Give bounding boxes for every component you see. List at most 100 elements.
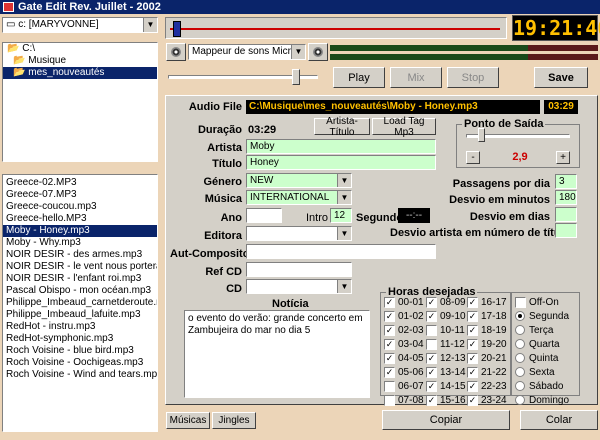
day-radio[interactable]: Sábado [515,380,569,394]
save-button[interactable]: Save [534,67,588,88]
hour-checkbox[interactable]: ✓ 13-14 [426,366,468,380]
volume-thumb[interactable] [292,69,300,85]
hour-label: 04-05 [398,353,424,364]
tab-jingles[interactable]: Jingles [212,412,256,429]
hour-checkbox[interactable]: ✓ 03-04 [384,338,426,352]
hour-checkbox[interactable]: ✓ 04-05 [384,352,426,366]
offset-minutes-field[interactable]: 180 [555,190,577,205]
music-select[interactable]: INTERNATIONAL ▼ [246,190,352,205]
cd-select[interactable]: ▼ [246,279,352,294]
file-list-item[interactable]: Roch Voisine - Wind and tears.mp3 [3,369,157,381]
exit-minus-button[interactable]: - [466,151,480,164]
hour-checkbox[interactable]: 11-12 [426,338,468,352]
editor-select[interactable]: ▼ [246,226,352,241]
day-radio[interactable]: Quinta [515,352,569,366]
title-field[interactable]: Honey [246,155,436,170]
hour-checkbox[interactable]: ✓ 05-06 [384,366,426,380]
file-list-item[interactable]: Greece-hello.MP3 [3,213,157,225]
day-radio[interactable]: Segunda [515,310,569,324]
file-list-item[interactable]: RedHot - instru.mp3 [3,321,157,333]
hour-checkbox[interactable]: ✓ 08-09 [426,296,468,310]
chevron-down-icon[interactable]: ▼ [337,280,351,293]
speaker-icon[interactable] [308,43,328,61]
chevron-down-icon[interactable]: ▼ [337,174,351,187]
hour-checkbox[interactable]: ✓ 00-01 [384,296,426,310]
file-list-item[interactable]: RedHot-symphonic.mp3 [3,333,157,345]
composer-field[interactable] [246,244,436,259]
artist-field[interactable]: Moby [246,139,436,154]
chevron-down-icon[interactable]: ▼ [337,227,351,240]
folder-item-root[interactable]: 📂 C:\ [3,43,157,55]
day-label: Quarta [529,339,560,350]
hour-checkbox[interactable]: ✓ 01-02 [384,310,426,324]
position-thumb[interactable] [173,21,182,37]
position-bar[interactable] [165,17,507,39]
hour-checkbox[interactable]: ✓ 23-24 [467,394,509,408]
exit-point-thumb[interactable] [478,128,485,142]
chevron-down-icon[interactable]: ▼ [337,191,351,204]
hour-checkbox[interactable]: ✓ 21-22 [467,366,509,380]
file-list-item[interactable]: Philippe_Imbeaud_carnetderoute.mp3 [3,297,157,309]
hour-checkbox[interactable]: ✓ 18-19 [467,324,509,338]
hour-checkbox[interactable]: 10-11 [426,324,468,338]
day-label: Quinta [529,353,559,364]
file-list-item[interactable]: Roch Voisine - Oochigeas.mp3 [3,357,157,369]
hour-checkbox[interactable]: ✓ 19-20 [467,338,509,352]
exit-plus-button[interactable]: + [556,151,570,164]
load-tag-button[interactable]: Load Tag Mp3 [372,116,436,138]
file-list-item[interactable]: NOIR DESIR - l'enfant roi.mp3 [3,273,157,285]
file-list[interactable]: Greece-02.MP3 Greece-07.MP3 Greece-coucou.… [2,174,158,432]
artist-offset-field[interactable] [555,223,577,238]
year-field[interactable] [246,208,282,223]
day-radio[interactable]: Sexta [515,366,569,380]
off-on-checkbox[interactable]: Off-On [515,296,569,310]
chevron-down-icon[interactable]: ▼ [143,18,157,32]
hour-checkbox[interactable]: ✓ 12-13 [426,352,468,366]
folder-item-nouveautes[interactable]: 📂 mes_nouveautés [3,67,157,79]
file-list-item[interactable]: Greece-02.MP3 [3,177,157,189]
passes-field[interactable]: 3 [555,174,577,189]
exit-point-slider[interactable] [466,128,570,142]
notes-textarea[interactable]: o evento do verão: grande concerto em Za… [184,310,370,398]
refcd-field[interactable] [246,262,352,277]
mixer-select[interactable]: Mappeur de sons Microsoft ▼ [188,44,306,60]
file-list-item[interactable]: Philippe_Imbeaud_lafuite.mp3 [3,309,157,321]
day-radio[interactable]: Quarta [515,338,569,352]
stop-button[interactable]: Stop [447,67,499,88]
hour-checkbox[interactable]: ✓ 22-23 [467,380,509,394]
day-radio[interactable]: Domingo [515,394,569,408]
day-radio[interactable]: Terça [515,324,569,338]
folder-item-musique[interactable]: 📂 Musique [3,55,157,67]
hour-checkbox[interactable]: ✓ 17-18 [467,310,509,324]
mix-button[interactable]: Mix [390,67,442,88]
file-list-item[interactable]: Pascal Obispo - mon océan.mp3 [3,285,157,297]
hour-checkbox[interactable]: 06-07 [384,380,426,394]
file-list-item[interactable]: NOIR DESIR - des armes.mp3 [3,249,157,261]
speaker-icon[interactable] [166,43,186,61]
play-button[interactable]: Play [333,67,385,88]
intro-field[interactable]: 12 [330,208,352,223]
hour-checkbox[interactable]: ✓ 15-16 [426,394,468,408]
volume-slider[interactable] [166,66,326,88]
hour-checkbox[interactable]: 07-08 [384,394,426,408]
artist-title-button[interactable]: Artista-Título [314,116,370,138]
file-list-item[interactable]: Greece-07.MP3 [3,189,157,201]
hour-checkbox[interactable]: ✓ 14-15 [426,380,468,394]
chevron-down-icon[interactable]: ▼ [291,45,305,59]
drive-select[interactable]: ▭ c: [MARYVONNE] ▼ [2,17,158,33]
folder-tree[interactable]: 📂 C:\ 📂 Musique 📂 mes_nouveautés [2,42,158,162]
file-list-item[interactable]: Roch Voisine - blue bird.mp3 [3,345,157,357]
file-list-item[interactable]: Moby - Honey.mp3 [3,225,157,237]
hour-checkbox[interactable]: ✓ 02-03 [384,324,426,338]
offset-days-field[interactable] [555,207,577,222]
file-list-item[interactable]: Greece-coucou.mp3 [3,201,157,213]
file-list-item[interactable]: Moby - Why.mp3 [3,237,157,249]
genre-select[interactable]: NEW ▼ [246,173,352,188]
hour-checkbox[interactable]: ✓ 20-21 [467,352,509,366]
copy-button[interactable]: Copiar [382,410,510,430]
tab-music[interactable]: Músicas [166,412,210,429]
hour-checkbox[interactable]: ✓ 09-10 [426,310,468,324]
paste-button[interactable]: Colar [520,410,598,430]
hour-checkbox[interactable]: ✓ 16-17 [467,296,509,310]
file-list-item[interactable]: NOIR DESIR - le vent nous portera.mp3 [3,261,157,273]
